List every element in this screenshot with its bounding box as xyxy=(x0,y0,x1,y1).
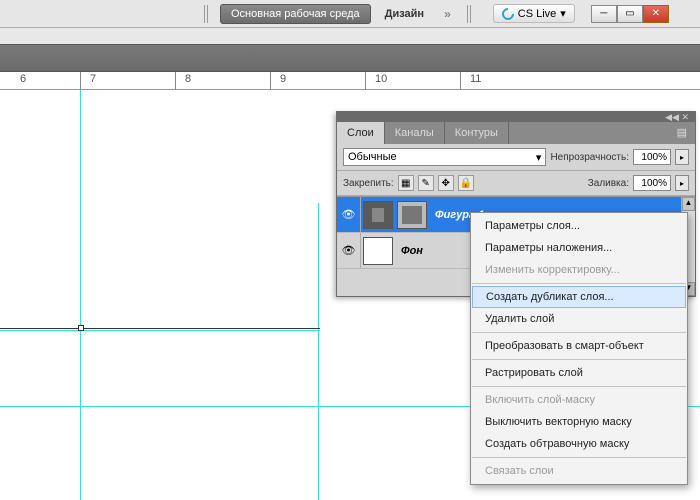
maximize-button[interactable]: ▭ xyxy=(617,5,643,23)
cslive-label: CS Live xyxy=(518,8,557,20)
workspace-more-icon[interactable]: » xyxy=(438,7,457,21)
ruler-horizontal[interactable]: 6 7 8 9 10 11 xyxy=(0,72,700,90)
window-controls: ─ ▭ ✕ xyxy=(591,5,669,23)
menu-item[interactable]: Растрировать слой xyxy=(471,362,687,384)
ruler-mark: 6 xyxy=(20,73,26,85)
vector-mask-thumbnail[interactable] xyxy=(397,201,427,229)
options-bar xyxy=(0,44,700,72)
menu-item: Связать слои xyxy=(471,460,687,482)
opacity-label: Непрозрачность: xyxy=(550,152,629,163)
shape-path[interactable] xyxy=(0,328,320,329)
fill-flyout-icon[interactable]: ▸ xyxy=(675,175,689,191)
tab-channels[interactable]: Каналы xyxy=(385,122,445,144)
dropdown-icon: ▾ xyxy=(536,151,542,164)
visibility-icon[interactable]: 👁 xyxy=(337,233,361,268)
lock-transparency-icon[interactable]: ▦ xyxy=(398,175,414,191)
ruler-tick xyxy=(270,72,271,90)
cslive-button[interactable]: CS Live ▾ xyxy=(493,4,575,23)
ruler-tick xyxy=(80,72,81,90)
ruler-mark: 10 xyxy=(375,73,387,85)
visibility-icon[interactable]: 👁 xyxy=(337,197,361,232)
menu-item[interactable]: Преобразовать в смарт-объект xyxy=(471,335,687,357)
panel-menu-icon[interactable]: ▤ xyxy=(669,122,695,144)
menu-item[interactable]: Удалить слой xyxy=(471,308,687,330)
ruler-mark: 8 xyxy=(185,73,191,85)
panel-header[interactable]: ◀◀ ✕ xyxy=(337,112,695,122)
opacity-flyout-icon[interactable]: ▸ xyxy=(675,149,689,165)
layer-thumbnail[interactable] xyxy=(363,237,393,265)
lock-position-icon[interactable]: ✥ xyxy=(438,175,454,191)
fill-label: Заливка: xyxy=(588,178,629,189)
cslive-icon xyxy=(499,5,516,22)
menu-item: Изменить корректировку... xyxy=(471,259,687,281)
layer-thumbnail[interactable] xyxy=(363,201,393,229)
workspace-design-button[interactable]: Дизайн xyxy=(377,5,432,23)
collapse-icon[interactable]: ◀◀ ✕ xyxy=(659,112,695,122)
menu-item[interactable]: Создать дубликат слоя... xyxy=(472,286,686,308)
ruler-mark: 9 xyxy=(280,73,286,85)
blend-mode-value: Обычные xyxy=(348,151,397,163)
panel-tabs: Слои Каналы Контуры ▤ xyxy=(337,122,695,144)
context-menu: Параметры слоя...Параметры наложения...И… xyxy=(470,212,688,485)
grip-icon xyxy=(467,5,473,23)
tab-layers[interactable]: Слои xyxy=(337,122,385,144)
scroll-up-icon[interactable]: ▲ xyxy=(682,197,695,211)
guide-vertical[interactable] xyxy=(80,90,81,500)
ruler-tick xyxy=(365,72,366,90)
ruler-mark: 11 xyxy=(470,73,481,85)
ruler-tick xyxy=(175,72,176,90)
guide-horizontal[interactable] xyxy=(0,330,320,331)
fill-input[interactable] xyxy=(633,175,671,191)
tab-paths[interactable]: Контуры xyxy=(445,122,509,144)
dropdown-icon: ▾ xyxy=(560,7,566,20)
menu-item[interactable]: Создать обтравочную маску xyxy=(471,433,687,455)
ruler-mark: 7 xyxy=(90,73,96,85)
blend-mode-select[interactable]: Обычные ▾ xyxy=(343,148,546,166)
lock-pixels-icon[interactable]: ✎ xyxy=(418,175,434,191)
grip-icon xyxy=(204,5,210,23)
menu-item[interactable]: Выключить векторную маску xyxy=(471,411,687,433)
minimize-button[interactable]: ─ xyxy=(591,5,617,23)
menu-item[interactable]: Параметры слоя... xyxy=(471,215,687,237)
menu-item[interactable]: Параметры наложения... xyxy=(471,237,687,259)
opacity-input[interactable] xyxy=(633,149,671,165)
close-button[interactable]: ✕ xyxy=(643,5,669,23)
menu-item: Включить слой-маску xyxy=(471,389,687,411)
lock-row: Закрепить: ▦ ✎ ✥ 🔒 Заливка: ▸ xyxy=(337,171,695,196)
guide-vertical[interactable] xyxy=(318,203,319,500)
anchor-handle[interactable] xyxy=(78,325,84,331)
workspace-main-button[interactable]: Основная рабочая среда xyxy=(220,4,371,24)
lock-all-icon[interactable]: 🔒 xyxy=(458,175,474,191)
ruler-tick xyxy=(460,72,461,90)
layer-name[interactable]: Фон xyxy=(401,245,423,257)
lock-label: Закрепить: xyxy=(343,178,394,189)
app-header: Основная рабочая среда Дизайн » CS Live … xyxy=(0,0,700,28)
blend-row: Обычные ▾ Непрозрачность: ▸ xyxy=(337,144,695,171)
